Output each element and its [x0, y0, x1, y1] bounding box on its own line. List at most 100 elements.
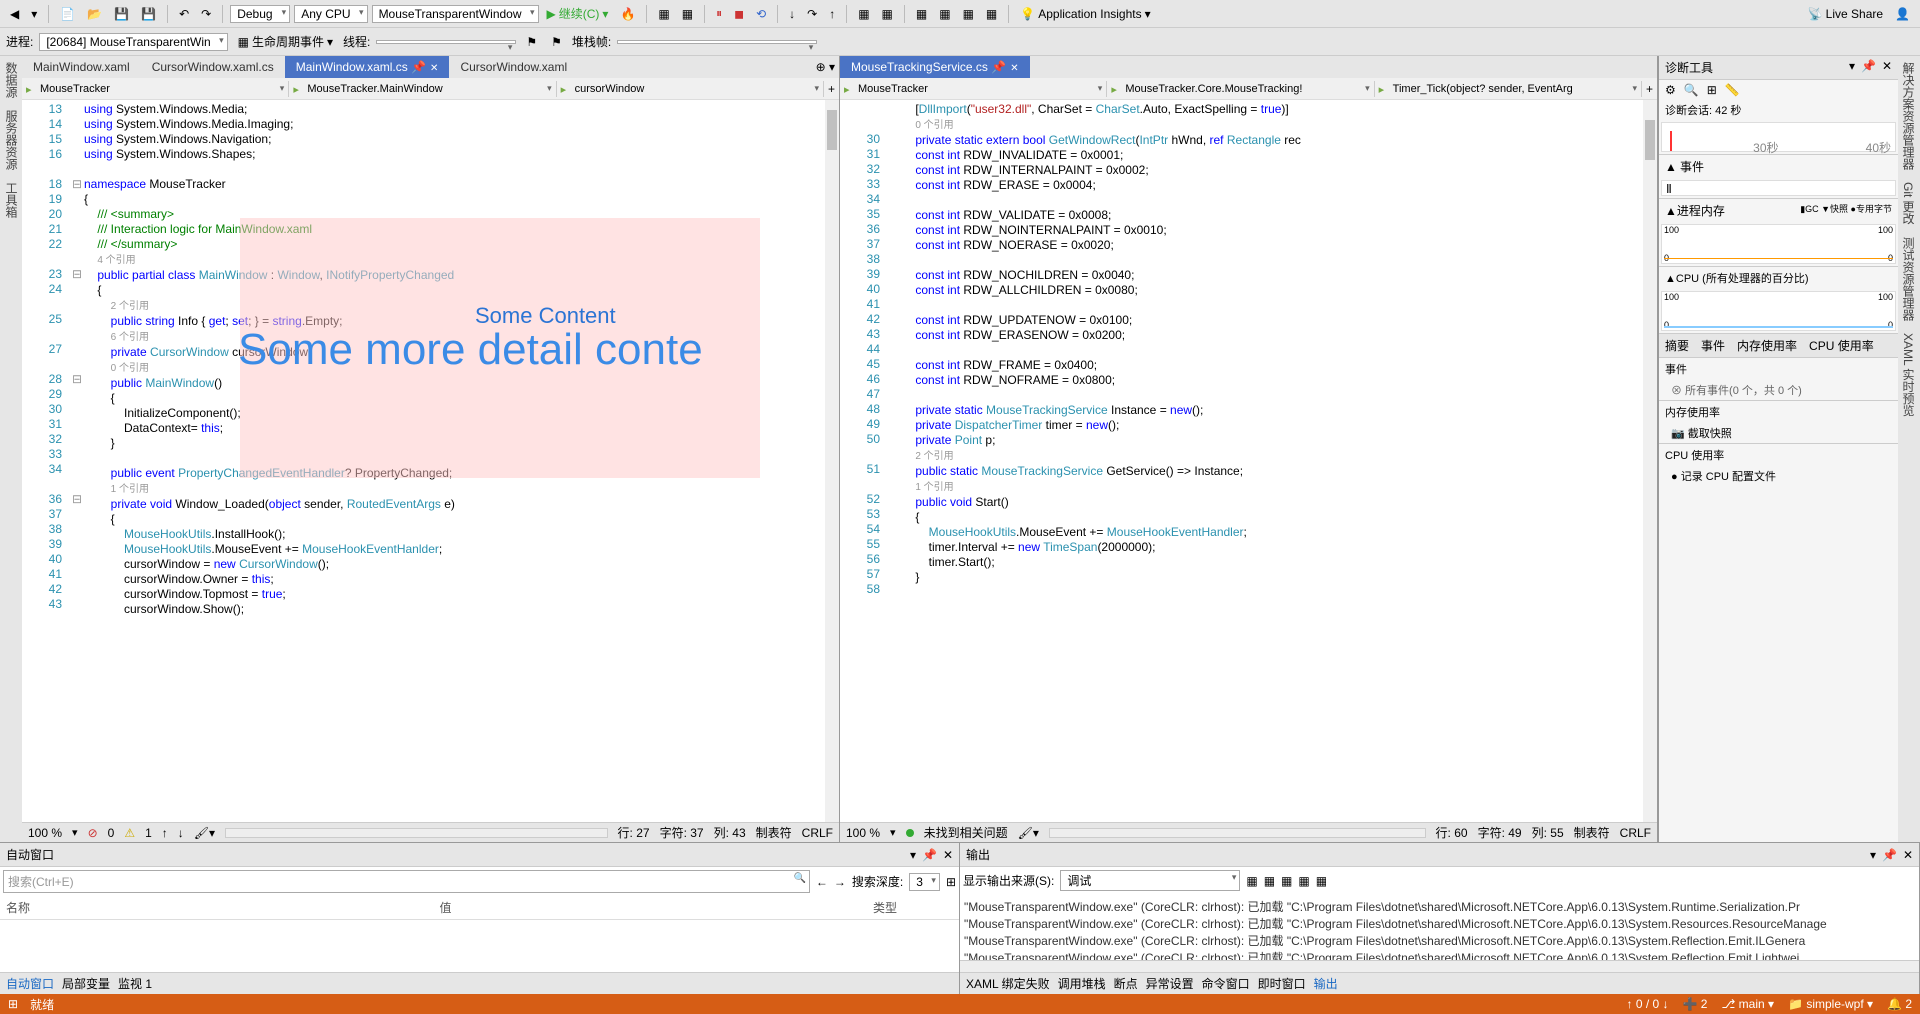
tab-cursorwindow-cs[interactable]: CursorWindow.xaml.cs [141, 56, 285, 78]
h-scrollbar[interactable] [1049, 828, 1426, 838]
nav-member[interactable]: cursorWindow [557, 81, 824, 97]
pause-icon[interactable]: ⏸ [712, 4, 726, 23]
process-dropdown[interactable]: [20684] MouseTransparentWin [39, 33, 227, 51]
side-tab[interactable]: 解决方案资源管理器 [1900, 62, 1918, 170]
save-icon[interactable]: 💾 [110, 5, 133, 23]
split-icon[interactable]: + [824, 80, 839, 98]
repo[interactable]: 📁 simple-wpf ▾ [1788, 997, 1873, 1011]
redo-icon[interactable]: ↷ [197, 5, 215, 23]
tb-icon-d[interactable]: ▦ [935, 5, 954, 23]
out-icon[interactable]: ▦ [1264, 874, 1275, 888]
close-icon[interactable]: ✕ [943, 848, 953, 862]
sync-status[interactable]: ↑ 0 / 0 ↓ [1626, 997, 1668, 1011]
config-dropdown[interactable]: Debug [230, 5, 290, 23]
step-into-icon[interactable]: ↓ [785, 5, 799, 23]
scrollbar-v[interactable] [825, 100, 839, 822]
pin-icon[interactable]: 📌 [1861, 59, 1876, 76]
continue-button[interactable]: ▶ 继续(C) ▾ [543, 3, 613, 24]
nav-class-r[interactable]: MouseTracker.Core.MouseTracking! [1107, 81, 1374, 97]
notifications[interactable]: 🔔 2 [1887, 997, 1912, 1011]
tb-icon-a[interactable]: ▦ [854, 5, 873, 23]
tab-mainwindow-xaml[interactable]: MainWindow.xaml [22, 56, 141, 78]
bottom-tab[interactable]: 监视 1 [118, 975, 152, 992]
nav-back-icon[interactable]: ← [816, 875, 828, 889]
open-icon[interactable]: 📂 [83, 5, 106, 23]
tab-overflow-icon[interactable]: ⊕ ▾ [812, 58, 839, 76]
close-icon[interactable]: ✕ [1903, 848, 1913, 862]
nav-up-icon[interactable]: ↑ [162, 826, 168, 840]
stop-icon[interactable]: ◼ [730, 5, 748, 23]
tb-icon-b[interactable]: ▦ [878, 5, 897, 23]
bottom-tab[interactable]: 命令窗口 [1202, 975, 1250, 992]
depth-dropdown[interactable]: 3 [909, 873, 940, 891]
save-all-icon[interactable]: 💾 [137, 5, 160, 23]
out-icon[interactable]: ▦ [1246, 874, 1257, 888]
split-icon[interactable]: + [1642, 80, 1657, 98]
account-icon[interactable]: 👤 [1891, 5, 1914, 23]
undo-icon[interactable]: ↶ [175, 5, 193, 23]
cpu-chart[interactable]: 100 0 100 0 [1661, 291, 1896, 331]
diag-tab[interactable]: CPU 使用率 [1803, 334, 1880, 357]
side-tab[interactable]: 服务器资源 [2, 110, 20, 170]
side-tab[interactable]: Git 更改 [1900, 182, 1918, 225]
pin-icon[interactable]: 📌 [1882, 848, 1897, 862]
bottom-tab[interactable]: 局部变量 [62, 975, 110, 992]
bottom-tab[interactable]: 自动窗口 [6, 975, 54, 992]
dropdown-icon[interactable]: ▾ [1870, 848, 1876, 862]
code-editor-right[interactable]: 3031323334353637383940414243444546474849… [840, 100, 1657, 822]
events-all[interactable]: ⊗ 所有事件(0 个，共 0 个) [1659, 380, 1898, 400]
brush-icon[interactable]: 🖌▾ [1018, 826, 1039, 840]
side-tab[interactable]: 工具箱 [2, 182, 20, 218]
reset-icon[interactable]: ⊞ [1707, 83, 1717, 97]
platform-dropdown[interactable]: Any CPU [294, 5, 367, 23]
refresh-icon[interactable]: ⊞ [946, 875, 956, 889]
new-icon[interactable]: 📄 [56, 5, 79, 23]
tab-mainwindow-cs[interactable]: MainWindow.xaml.cs 📌✕ [285, 56, 450, 78]
nav-project-r[interactable]: MouseTracker [840, 81, 1107, 97]
nav-down-icon[interactable]: ↓ [178, 826, 184, 840]
hot-reload-icon[interactable]: 🔥 [616, 5, 639, 23]
nav-back-icon[interactable]: ◀ [6, 5, 23, 23]
tb-icon-f[interactable]: ▦ [982, 5, 1001, 23]
nav-member-r[interactable]: Timer_Tick(object? sender, EventArg [1375, 81, 1642, 97]
tab-cursorwindow-xaml[interactable]: CursorWindow.xaml [449, 56, 578, 78]
tool-icon-1[interactable]: ▦ [654, 5, 673, 23]
side-tab[interactable]: XAML 实时预览 [1900, 333, 1918, 417]
bottom-tab[interactable]: 异常设置 [1146, 975, 1194, 992]
col-header[interactable]: 值 [440, 899, 874, 916]
pin-icon[interactable]: 📌 [922, 848, 937, 862]
nav-class[interactable]: MouseTracker.MainWindow [289, 81, 556, 97]
step-out-icon[interactable]: ↑ [825, 5, 839, 23]
h-scrollbar[interactable] [225, 828, 608, 838]
nav-project[interactable]: MouseTracker [22, 81, 289, 97]
memory-chart[interactable]: 100 0 100 0 [1661, 224, 1896, 264]
flag2-icon[interactable]: ⚑ [547, 33, 566, 51]
side-tab[interactable]: 测试资源管理器 [1900, 237, 1918, 321]
startup-dropdown[interactable]: MouseTransparentWindow [372, 5, 539, 23]
tb-icon-c[interactable]: ▦ [912, 5, 931, 23]
gear-icon[interactable]: ⚙ [1665, 83, 1676, 97]
col-header[interactable]: 类型 [873, 899, 953, 916]
tb-icon-e[interactable]: ▦ [959, 5, 978, 23]
out-icon[interactable]: ▦ [1298, 874, 1309, 888]
events-chart[interactable]: Ⅱ [1661, 180, 1896, 196]
nav-fwd-icon[interactable]: ▾ [27, 5, 41, 23]
add-count[interactable]: ➕ 2 [1683, 997, 1708, 1011]
tab-mousetracking-cs[interactable]: MouseTrackingService.cs 📌✕ [840, 56, 1030, 78]
diag-tab[interactable]: 摘要 [1659, 334, 1695, 357]
scrollbar-v[interactable] [1643, 100, 1657, 822]
out-icon[interactable]: ▦ [1316, 874, 1327, 888]
h-scrollbar[interactable] [960, 960, 1919, 972]
close-icon[interactable]: ✕ [430, 63, 438, 74]
out-icon[interactable]: ▦ [1281, 874, 1292, 888]
side-tab[interactable]: 数据源 [2, 62, 20, 98]
tool-icon-2[interactable]: ▦ [678, 5, 697, 23]
locals-search[interactable]: 搜索(Ctrl+E) [3, 870, 810, 893]
output-text[interactable]: "MouseTransparentWindow.exe" (CoreCLR: c… [960, 894, 1919, 960]
snapshot-button[interactable]: 📷 截取快照 [1659, 423, 1898, 443]
flag-icon[interactable]: ⚑ [522, 33, 541, 51]
nav-fwd-icon[interactable]: → [834, 875, 846, 889]
branch[interactable]: ⎇ main ▾ [1721, 997, 1774, 1011]
lifecycle-button[interactable]: ▦ 生命周期事件 ▾ [234, 31, 337, 52]
sb-icon[interactable]: ⊞ [8, 997, 18, 1011]
